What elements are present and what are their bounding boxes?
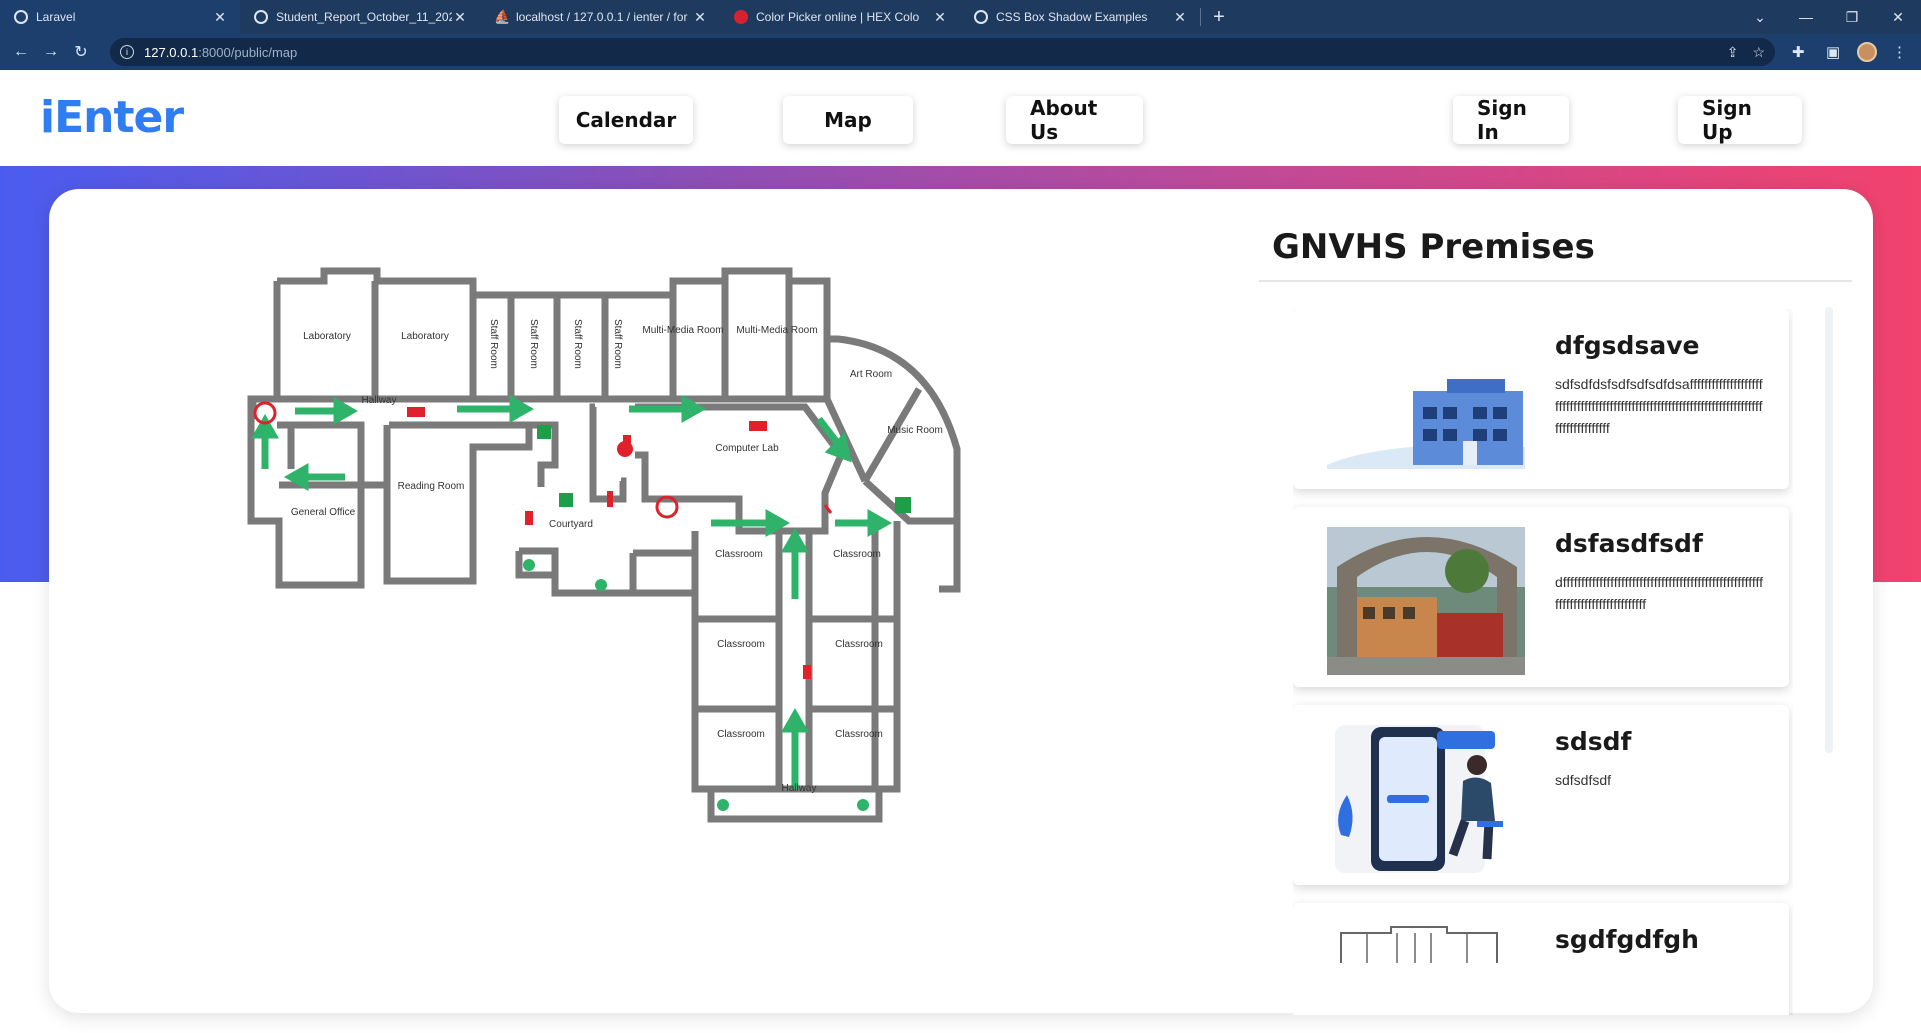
page: iEnter Calendar Map About Us Sign In Sig… xyxy=(0,70,1921,1033)
browser-tab-strip: Laravel ✕ Student_Report_October_11_202 … xyxy=(0,0,1921,34)
label-hallway-bottom: Hallway xyxy=(781,783,816,794)
label-laboratory-2: Laboratory xyxy=(401,331,449,342)
premises-name: dsfasdfsdf xyxy=(1555,529,1703,558)
tab-title: Laravel xyxy=(36,10,76,24)
close-tab-icon[interactable]: ✕ xyxy=(932,9,948,26)
new-tab-icon[interactable]: + xyxy=(1201,0,1237,34)
label-multimedia-2: Multi-Media Room xyxy=(736,325,817,336)
browser-tab[interactable]: Color Picker online | HEX Colo ✕ xyxy=(720,0,960,34)
close-tab-icon[interactable]: ✕ xyxy=(212,9,228,26)
premises-description: sdfsdfdsfsdfsdfsdfdsafffffffffffffffffff… xyxy=(1555,376,1763,436)
label-staff-room-4: Staff Room xyxy=(612,319,623,369)
globe-icon xyxy=(974,10,988,24)
minimize-icon[interactable]: — xyxy=(1783,0,1829,34)
back-icon[interactable]: ← xyxy=(6,43,36,61)
nav-signup-button[interactable]: Sign Up xyxy=(1678,96,1802,144)
label-general-office: General Office xyxy=(291,507,356,518)
address-bar-row: ← → ↻ i 127.0.0.1:8000/public/map ⇪ ☆ ✚ … xyxy=(0,34,1921,70)
label-art-room: Art Room xyxy=(850,369,892,380)
label-hallway-top: Hallway xyxy=(361,395,396,406)
extensions-icon[interactable]: ✚ xyxy=(1792,34,1805,70)
site-header: iEnter Calendar Map About Us Sign In Sig… xyxy=(0,70,1921,166)
premises-name: sdsdf xyxy=(1555,727,1632,756)
label-classroom-3: Classroom xyxy=(717,639,765,650)
restore-icon[interactable]: ❐ xyxy=(1829,0,1875,34)
nav-calendar-button[interactable]: Calendar xyxy=(559,96,693,144)
menu-kebab-icon[interactable]: ⋮ xyxy=(1892,34,1907,70)
premises-name: dfgsdsave xyxy=(1555,331,1700,360)
nav-about-button[interactable]: About Us xyxy=(1006,96,1143,144)
reload-icon[interactable]: ↻ xyxy=(66,42,96,62)
bookmark-star-icon[interactable]: ☆ xyxy=(1752,44,1765,61)
globe-icon xyxy=(254,10,268,24)
floor-plan-sketch xyxy=(1340,926,1498,963)
premises-card[interactable]: dsfasdfsdf dffffffffffffffffffffffffffff… xyxy=(1293,507,1789,687)
floor-plan-map[interactable]: Laboratory Laboratory Staff Room Staff R… xyxy=(229,259,1169,939)
label-classroom-5: Classroom xyxy=(717,729,765,740)
browser-tab[interactable]: CSS Box Shadow Examples ✕ xyxy=(960,0,1200,34)
tab-title: Color Picker online | HEX Colo xyxy=(756,10,920,24)
label-classroom-2: Classroom xyxy=(833,549,881,560)
premises-card[interactable]: dfgsdsave sdfsdfdsfsdfsdfsdfdsafffffffff… xyxy=(1293,309,1789,489)
label-laboratory-1: Laboratory xyxy=(303,331,351,342)
phpmyadmin-icon: ⛵ xyxy=(494,9,511,24)
url-path: :8000/public/map xyxy=(198,44,298,60)
site-logo[interactable]: iEnter xyxy=(40,92,184,143)
profile-avatar[interactable] xyxy=(1857,34,1877,70)
window-controls: ⌄ — ❐ ✕ xyxy=(1737,0,1921,34)
browser-tab[interactable]: ⛵ localhost / 127.0.0.1 / ienter / for ✕ xyxy=(480,0,720,34)
tab-title: localhost / 127.0.0.1 / ienter / for xyxy=(516,10,688,24)
list-scrollbar[interactable] xyxy=(1825,307,1833,753)
school-gate-photo xyxy=(1327,527,1525,675)
tab-title: Student_Report_October_11_202 xyxy=(276,10,452,24)
nav-signin-button[interactable]: Sign In xyxy=(1453,96,1569,144)
side-panel-icon[interactable]: ▣ xyxy=(1826,34,1840,70)
url-field[interactable]: i 127.0.0.1:8000/public/map ⇪ ☆ xyxy=(110,38,1775,66)
share-icon[interactable]: ⇪ xyxy=(1727,44,1739,61)
premises-description: sdfsdfsdf xyxy=(1555,772,1612,788)
label-classroom-6: Classroom xyxy=(835,729,883,740)
label-classroom-4: Classroom xyxy=(835,639,883,650)
label-computer-lab: Computer Lab xyxy=(715,443,779,454)
map-card: Laboratory Laboratory Staff Room Staff R… xyxy=(49,189,1873,1015)
label-classroom-1: Classroom xyxy=(715,549,763,560)
safety-symbols xyxy=(253,401,911,811)
premises-name: sgdfgdfgh xyxy=(1555,925,1699,954)
label-staff-room-1: Staff Room xyxy=(488,319,499,369)
label-multimedia-1: Multi-Media Room xyxy=(642,325,723,336)
color-picker-icon xyxy=(734,10,748,24)
close-tab-icon[interactable]: ✕ xyxy=(1172,9,1188,26)
label-reading-room: Reading Room xyxy=(398,481,465,492)
forward-icon[interactable]: → xyxy=(36,43,66,61)
globe-icon xyxy=(14,10,28,24)
close-window-icon[interactable]: ✕ xyxy=(1875,0,1921,34)
label-staff-room-3: Staff Room xyxy=(572,319,583,369)
premises-list: dfgsdsave sdfsdfdsfsdfsdfsdfdsafffffffff… xyxy=(1293,309,1793,1015)
label-staff-room-2: Staff Room xyxy=(528,319,539,369)
url-host: 127.0.0.1 xyxy=(144,44,199,60)
label-music-room: Music Room xyxy=(887,425,943,436)
tab-search-icon[interactable]: ⌄ xyxy=(1737,0,1783,34)
tab-title: CSS Box Shadow Examples xyxy=(996,10,1148,24)
title-divider xyxy=(1259,280,1852,282)
site-info-icon[interactable]: i xyxy=(120,45,134,59)
school-building-illustration xyxy=(1327,379,1525,469)
premises-card[interactable]: sdsdf sdfsdfsdf xyxy=(1293,705,1789,885)
premises-card[interactable]: sgdfgdfgh xyxy=(1293,903,1789,1015)
close-tab-icon[interactable]: ✕ xyxy=(692,9,708,26)
nav-map-button[interactable]: Map xyxy=(783,96,913,144)
premises-description: dfffffffffffffffffffffffffffffffffffffff… xyxy=(1555,574,1764,612)
premises-title: GNVHS Premises xyxy=(1272,227,1595,267)
browser-tab[interactable]: Laravel ✕ xyxy=(0,0,240,34)
close-tab-icon[interactable]: ✕ xyxy=(452,9,468,26)
browser-tab[interactable]: Student_Report_October_11_202 ✕ xyxy=(240,0,480,34)
label-courtyard: Courtyard xyxy=(549,519,593,530)
person-with-phone-illustration xyxy=(1335,725,1503,873)
